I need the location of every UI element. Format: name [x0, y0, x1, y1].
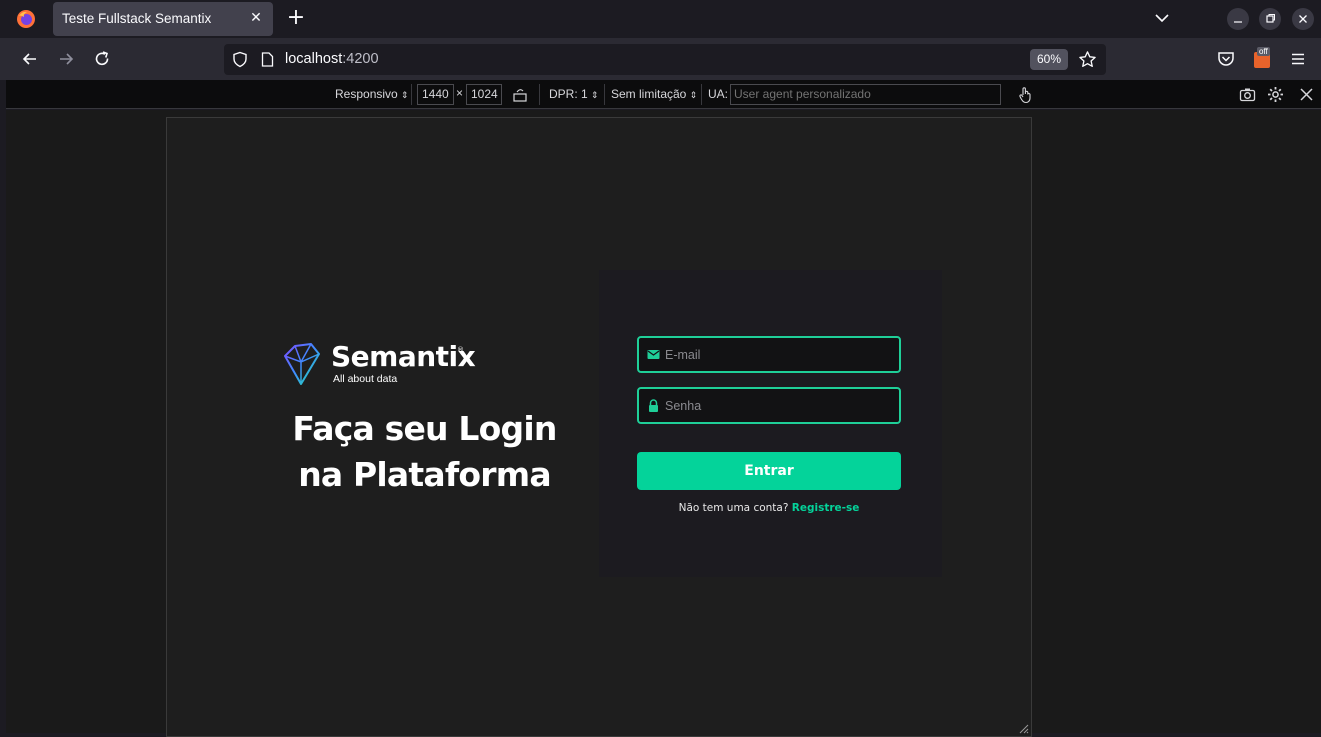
headline-line-1: Faça seu Login	[292, 409, 557, 448]
shield-icon[interactable]	[232, 51, 248, 68]
tab-list-chevron-icon[interactable]	[1152, 8, 1172, 28]
signup-prompt-text: Não tem uma conta?	[678, 502, 789, 514]
url-text[interactable]: localhost:4200	[285, 51, 379, 67]
url-bar[interactable]: localhost:4200 60%	[224, 44, 1106, 75]
email-input[interactable]	[665, 338, 895, 371]
close-icon	[1299, 15, 1307, 23]
page-viewport: Semantix ® All about data Faça seu Login…	[166, 117, 1032, 737]
url-host: localhost	[285, 51, 343, 67]
throttle-label: Sem limitação	[611, 87, 687, 101]
page-headline: Faça seu Login na Plataforma	[267, 406, 582, 498]
login-submit-button[interactable]: Entrar	[637, 452, 901, 490]
tab-close-icon[interactable]: ✕	[247, 9, 265, 27]
separator	[701, 84, 702, 105]
viewport-resize-handle-icon[interactable]	[1017, 722, 1029, 734]
hamburger-menu-icon[interactable]	[1288, 49, 1308, 69]
email-field[interactable]	[637, 336, 901, 373]
touch-simulation-icon[interactable]	[1017, 86, 1033, 104]
navigation-toolbar: localhost:4200 60% off	[0, 38, 1321, 80]
close-rdm-icon[interactable]	[1300, 88, 1313, 101]
separator	[604, 84, 605, 105]
new-tab-button[interactable]: +	[284, 7, 308, 31]
mail-icon	[647, 350, 660, 359]
restore-button[interactable]	[1259, 8, 1281, 30]
active-tab[interactable]: Teste Fullstack Semantix ✕	[53, 2, 273, 36]
separator	[539, 84, 540, 105]
forward-arrow-icon[interactable]	[56, 49, 76, 69]
semantix-logo: Semantix ® All about data	[281, 340, 476, 388]
viewport-width-input[interactable]: 1440	[417, 84, 454, 105]
throttling-selector[interactable]: Sem limitação ⇕	[611, 87, 697, 101]
reload-icon[interactable]	[92, 49, 112, 69]
registered-mark: ®	[457, 346, 464, 354]
minimize-button[interactable]	[1227, 8, 1249, 30]
url-port: :4200	[342, 51, 379, 67]
rotate-viewport-icon[interactable]	[512, 87, 528, 103]
zoom-level-button[interactable]: 60%	[1030, 49, 1068, 70]
minimize-icon	[1234, 21, 1242, 23]
diamond-logo-icon	[284, 343, 320, 385]
dimension-times: ×	[456, 86, 464, 100]
dpr-selector[interactable]: DPR: 1 ⇕	[549, 87, 599, 101]
password-field[interactable]	[637, 387, 901, 424]
ua-label: UA:	[708, 87, 729, 101]
brand-tagline: All about data	[333, 373, 398, 385]
restore-icon	[1266, 14, 1275, 23]
tab-strip: Teste Fullstack Semantix ✕ +	[0, 0, 1321, 38]
extension-badge: off	[1257, 47, 1270, 56]
dpr-label: DPR: 1	[549, 87, 588, 101]
settings-gear-icon[interactable]	[1267, 86, 1284, 103]
firefox-logo-icon[interactable]	[16, 9, 36, 29]
viewport-height-input[interactable]: 1024	[466, 84, 502, 105]
separator	[411, 84, 412, 105]
pocket-icon[interactable]	[1216, 49, 1236, 69]
signup-prompt: Não tem uma conta? Registre-se	[637, 502, 901, 514]
responsive-design-toolbar: Responsivo ⇕ 1440 × 1024 DPR: 1 ⇕ Sem li…	[6, 80, 1321, 109]
screenshot-camera-icon[interactable]	[1239, 87, 1256, 103]
tab-title: Teste Fullstack Semantix	[62, 11, 212, 26]
page-icon	[261, 52, 274, 67]
brand-name: Semantix	[331, 340, 476, 373]
user-agent-input[interactable]: User agent personalizado	[730, 84, 1001, 105]
headline-line-2: na Plataforma	[298, 455, 551, 494]
password-input[interactable]	[665, 389, 895, 422]
lock-icon	[649, 399, 658, 412]
close-window-button[interactable]	[1292, 8, 1314, 30]
signup-link[interactable]: Registre-se	[792, 502, 860, 514]
extension-button[interactable]: off	[1254, 47, 1274, 69]
login-card: Entrar Não tem uma conta? Registre-se	[599, 270, 942, 577]
device-selector[interactable]: Responsivo ⇕	[335, 87, 409, 101]
bookmark-star-icon[interactable]	[1078, 50, 1097, 69]
device-label: Responsivo	[335, 87, 398, 101]
back-arrow-icon[interactable]	[20, 49, 40, 69]
